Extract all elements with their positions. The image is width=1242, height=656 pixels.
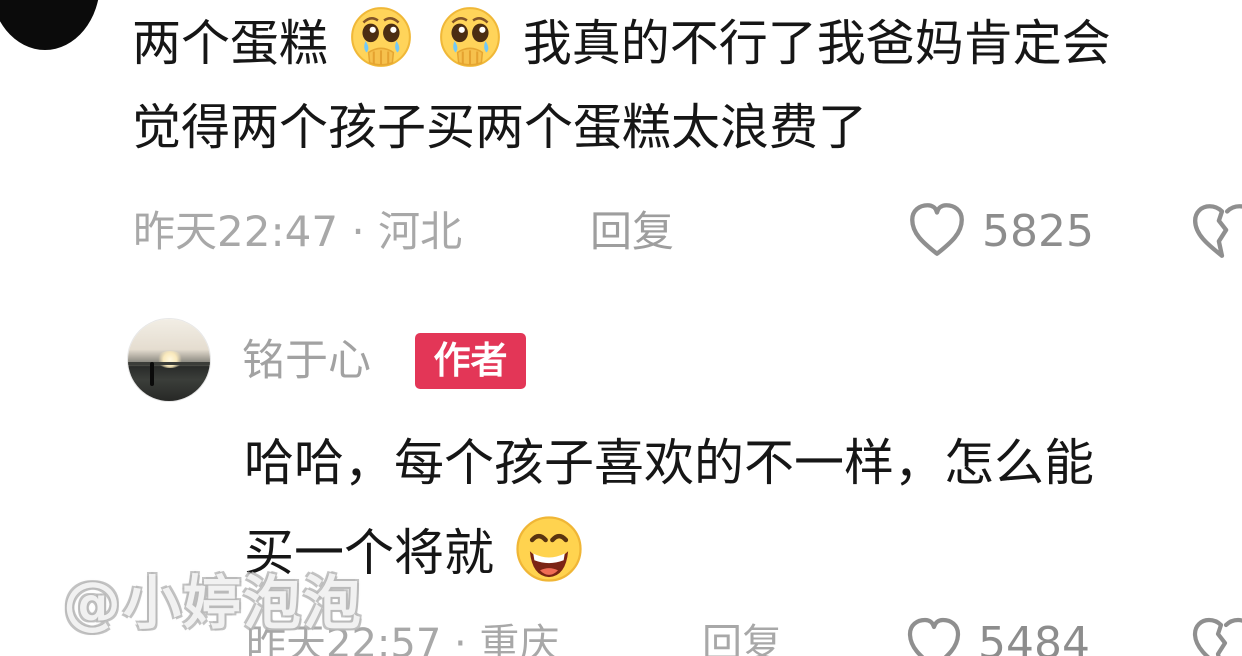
parent-comment-text: 两个蛋糕 我真的不行了我爸妈肯定会 觉得两个孩子买两个蛋糕太浪费了: [132, 2, 1242, 170]
avatar-horizon: [128, 362, 210, 365]
comment-time-location: 昨天22:47 · 河北: [133, 207, 463, 256]
comment-reply-button[interactable]: 回复: [590, 202, 674, 262]
grinning-face-emoji-icon: [516, 516, 582, 582]
reply-like-count: 5484: [978, 618, 1090, 656]
author-reply-text: 哈哈，每个孩子喜欢的不一样，怎么能 买一个将就: [244, 418, 1242, 598]
author-badge: 作者: [415, 333, 526, 389]
comment-thread-screen: 两个蛋糕 我真的不行了我爸妈肯定会 觉得两个孩子买两个蛋糕太浪费了 昨天22:4…: [0, 0, 1242, 656]
avatar-person-silhouette: [150, 362, 154, 386]
avatar-sun-icon: [156, 351, 184, 368]
broken-heart-outline-icon[interactable]: [1190, 612, 1242, 656]
comment-text-before-emojis: 两个蛋糕: [132, 15, 329, 72]
reply-time-location: 昨天22:57 · 重庆: [246, 621, 560, 656]
comment-text-after-emojis: 我真的不行了我爸妈肯定会: [522, 15, 1111, 72]
pleading-face-emoji-icon: [350, 7, 411, 67]
comment-like-count: 5825: [982, 206, 1094, 257]
heart-outline-icon[interactable]: [902, 612, 966, 656]
broken-heart-outline-icon[interactable]: [1190, 198, 1242, 264]
reply-author-avatar[interactable]: [128, 319, 210, 401]
reply-author-name[interactable]: 铭于心: [242, 333, 371, 389]
reply-line-1: 哈哈，每个孩子喜欢的不一样，怎么能: [244, 434, 1094, 492]
reply-line-2: 买一个将就: [244, 508, 1242, 598]
previous-user-avatar[interactable]: [0, 0, 100, 50]
comment-line-1: 两个蛋糕 我真的不行了我爸妈肯定会: [132, 2, 1242, 86]
comment-line-2: 觉得两个孩子买两个蛋糕太浪费了: [132, 99, 868, 156]
reply-line-2-text: 买一个将就: [244, 524, 494, 582]
heart-outline-icon[interactable]: [904, 197, 970, 263]
reply-reply-button[interactable]: 回复: [702, 614, 782, 656]
pleading-face-emoji-icon: [440, 7, 501, 67]
